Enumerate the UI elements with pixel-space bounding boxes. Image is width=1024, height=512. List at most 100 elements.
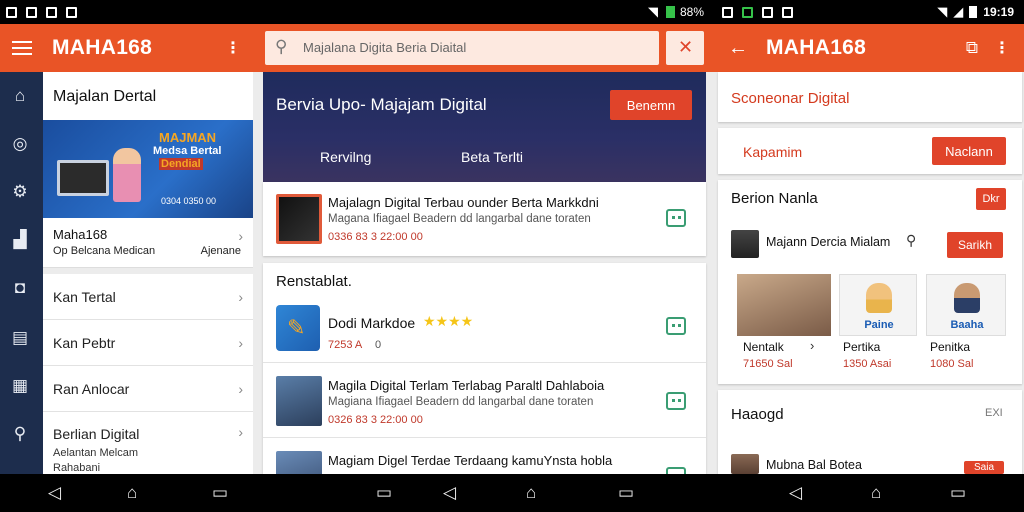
feed-title: Majalagn Digital Terbau ounder Berta Mar…: [328, 195, 599, 210]
feed-item-1[interactable]: Majalagn Digital Terbau ounder Berta Mar…: [263, 182, 706, 256]
home-icon[interactable]: ⌂: [526, 484, 536, 502]
recents-icon[interactable]: ▭: [618, 484, 634, 502]
person-avatar: [954, 283, 980, 313]
notification-icon: [742, 6, 753, 18]
chat-icon[interactable]: [666, 467, 686, 474]
notification-icon: [6, 6, 17, 18]
back-icon[interactable]: ◁: [443, 484, 456, 502]
chevron-right-icon: ›: [238, 424, 243, 440]
list-item-sub: Rahabani: [53, 462, 101, 474]
search-field[interactable]: ⚲ Majalana Digita Beria Diaital: [265, 31, 659, 65]
tile-card[interactable]: Baaha: [926, 274, 1006, 336]
list-item[interactable]: Ran Anlocar ›: [43, 366, 253, 412]
person-icon[interactable]: ▟: [10, 230, 30, 250]
list-item-label: Kan Pebtr: [53, 334, 116, 351]
list-item[interactable]: Kan Pebtr ›: [43, 320, 253, 366]
app-title: MAHA168: [52, 36, 153, 59]
notification-icon: [46, 6, 57, 18]
chat-icon[interactable]: [666, 392, 686, 410]
section-title: Berion Nanla: [731, 190, 818, 207]
person-action-button[interactable]: Sarikh: [947, 232, 1003, 258]
close-icon: ✕: [678, 37, 694, 57]
card-action-button[interactable]: Naclann: [932, 137, 1006, 165]
home-icon[interactable]: ⌂: [127, 484, 137, 502]
recommended-section: Renstablat. ✎ Dodi Markdoe ★★★★ 7253 A 0…: [263, 263, 706, 474]
chat-icon[interactable]: [666, 317, 686, 335]
person-avatar: [731, 454, 759, 474]
tile-label: Nentalk: [743, 340, 784, 354]
tile-card[interactable]: [737, 274, 831, 336]
list-item-label: Kan Tertal: [53, 288, 116, 305]
feed-subtitle: Magiana Ifiagael Beadern dd langarbal da…: [328, 396, 594, 408]
tile-card[interactable]: Paine: [839, 274, 917, 336]
tile-label: Penitka: [930, 340, 971, 354]
person-illustration: [113, 148, 141, 202]
promo-subtitle: Op Belcana Medican: [53, 245, 156, 257]
menu-icon[interactable]: [12, 41, 32, 55]
nav-bar: ◁ ⌂ ▭ ▭ ◁ ⌂ ▭ ◁ ⌂ ▭: [0, 474, 1024, 512]
app-item[interactable]: ✎ Dodi Markdoe ★★★★ 7253 A 0: [263, 297, 706, 363]
search-icon[interactable]: ⚲: [10, 424, 30, 444]
more-vertical-icon[interactable]: ⋮: [225, 38, 241, 58]
magazine-thumbnail: [276, 194, 322, 244]
bottom-action-button[interactable]: Saia: [964, 461, 1004, 474]
promo-banner[interactable]: MAJMAN Medsa Bertal Dendial 0304 0350 00: [43, 120, 253, 218]
person-name: Majann Dercia Mialam: [766, 235, 891, 249]
list-item[interactable]: Berlian Digital Aelantan Melcam Rahabani…: [43, 412, 253, 474]
recents-icon[interactable]: ▭: [376, 484, 392, 502]
search-input[interactable]: Majalana Digita Beria Diaital: [303, 40, 466, 55]
section-badge[interactable]: Dkr: [976, 188, 1006, 210]
status-bar-right: ◥ ◢ 19:19: [712, 0, 1024, 24]
feed-title: Magila Digital Terlam Terlabag Paraltl D…: [328, 378, 605, 393]
clear-search-button[interactable]: ✕: [666, 31, 704, 65]
grid-icon[interactable]: ▦: [10, 376, 30, 396]
nav-rail: ⌂ ◎ ⚙ ▟ ◘ ▤ ▦ ⚲: [0, 72, 43, 474]
bookmark-icon[interactable]: ◘: [10, 278, 30, 298]
list-item-label: Ran Anlocar: [53, 380, 130, 397]
back-arrow-icon[interactable]: ←: [728, 37, 748, 60]
back-icon[interactable]: ◁: [48, 484, 61, 502]
more-vertical-icon[interactable]: ⋮: [994, 38, 1010, 58]
card-label: Kapamim: [743, 144, 803, 160]
banner-line-2: Medsa Bertal: [153, 145, 222, 157]
back-icon[interactable]: ◁: [789, 484, 802, 502]
section-badge[interactable]: EXI: [985, 407, 1003, 419]
chat-icon[interactable]: [666, 209, 686, 227]
section-title: Haaogd: [731, 406, 784, 423]
status-bar-left: ◥ 88%: [0, 0, 712, 24]
promo-extra: Ajenane: [200, 245, 241, 257]
right-header-card: Sconeonar Digital: [718, 72, 1022, 122]
list-item[interactable]: Kan Tertal ›: [43, 274, 253, 320]
banner-line-1: MAJMAN: [159, 130, 217, 145]
feed-item-3[interactable]: Magiam Digel Terdae Terdaang kamuYnsta h…: [263, 439, 706, 474]
settings-icon[interactable]: ⚙: [10, 182, 30, 202]
home-icon[interactable]: ⌂: [10, 86, 30, 106]
chevron-right-icon: ›: [238, 380, 243, 397]
chat-bubble-icon[interactable]: ⧉: [966, 38, 978, 58]
person-avatar: [731, 230, 759, 258]
search-circle-icon[interactable]: ◎: [10, 134, 30, 154]
section-badge-label: Dkr: [982, 193, 1000, 205]
tile-label: Pertika: [843, 340, 881, 354]
left-heading-bar: Majalan Dertal: [43, 72, 253, 120]
document-icon[interactable]: ▤: [10, 328, 30, 348]
wifi-icon: ◥: [647, 4, 658, 19]
chevron-right-icon: ›: [238, 228, 243, 244]
tile-caption: Baaha: [950, 319, 984, 331]
hero-action-button[interactable]: Benemn: [610, 90, 692, 120]
section-title: Renstablat.: [276, 273, 352, 290]
tile-meta: 71650 Sal: [743, 358, 793, 370]
tab-beta-terlti[interactable]: Beta Terlti: [461, 149, 523, 165]
tab-rervilng[interactable]: Rervilng: [320, 149, 371, 165]
hero-card: Bervia Upo- Majajam Digital Benemn Rervi…: [263, 72, 706, 182]
banner-caption: 0304 0350 00: [161, 196, 217, 206]
feed-item-2[interactable]: Magila Digital Terlam Terlabag Paraltl D…: [263, 364, 706, 438]
home-icon[interactable]: ⌂: [871, 484, 881, 502]
app-title: MAHA168: [766, 36, 867, 59]
recents-icon[interactable]: ▭: [950, 484, 966, 502]
people-section: Berion Nanla Dkr Majann Dercia Mialam ⚲ …: [718, 180, 1022, 384]
recents-icon[interactable]: ▭: [212, 484, 228, 502]
promo-card[interactable]: Maha168 Op Belcana Medican Ajenane ›: [43, 218, 253, 268]
notification-icon: [782, 6, 793, 18]
search-icon: ⚲: [275, 37, 288, 56]
